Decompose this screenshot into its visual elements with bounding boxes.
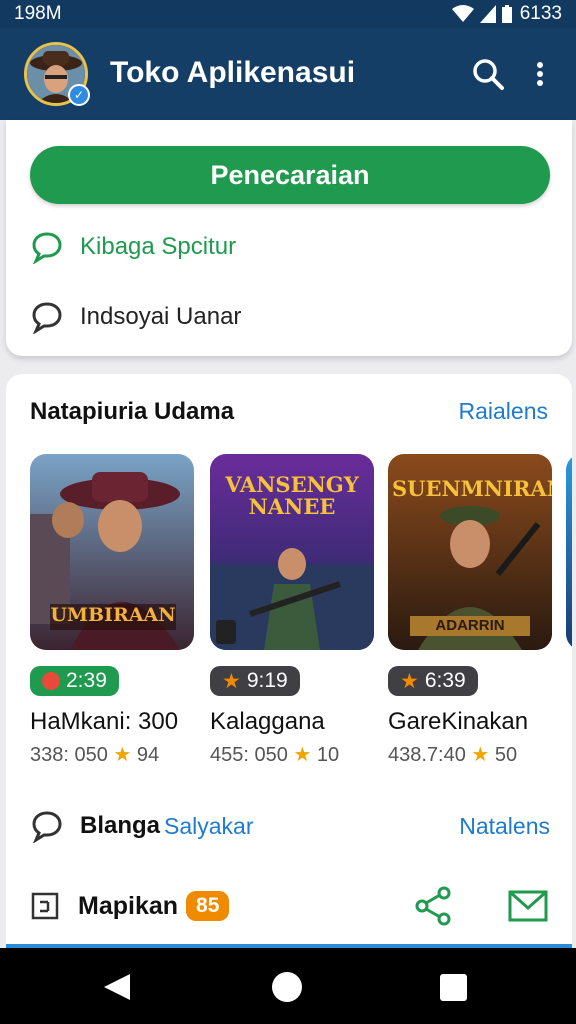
game-thumb-title: UMBIRAAN <box>50 604 176 626</box>
star-icon: ★ <box>471 744 490 766</box>
star-icon: ★ <box>113 744 132 766</box>
suggestion-label: Kibaga Spcitur <box>80 233 237 260</box>
game-name: Kalaggana <box>210 708 325 735</box>
verified-badge-icon: ✓ <box>68 84 90 106</box>
app-bar: ✓ Toko Aplikenasui <box>0 28 576 120</box>
game-thumbnail[interactable] <box>566 454 572 650</box>
game-meta: 438.7:40 ★ 50 <box>388 744 518 766</box>
game-thumb-title: SUENMNIRAN <box>392 476 552 501</box>
game-carousel[interactable]: UMBIRAAN 2:39 HaMkani: 300 338: 050 ★ 94 <box>30 454 572 766</box>
mail-icon[interactable] <box>506 884 550 928</box>
status-icons <box>451 5 512 23</box>
section-title: Natapiuria Udama <box>30 398 235 425</box>
game-card-partial[interactable] <box>566 454 572 650</box>
count-badge: 85 <box>186 891 230 921</box>
chat-bubble-icon <box>32 811 62 843</box>
signal-icon <box>479 5 496 23</box>
status-bar: 198M 6133 <box>0 0 576 28</box>
suggestion-item[interactable]: Kibaga Spcitur <box>30 230 236 264</box>
star-icon: ★ <box>222 669 241 693</box>
battery-icon <box>501 5 512 23</box>
status-right: 6133 <box>451 3 562 25</box>
mapikan-label: Mapikan <box>78 891 179 920</box>
game-rating-badge: 2:39 <box>30 666 119 696</box>
search-icon[interactable] <box>468 54 508 94</box>
back-icon[interactable] <box>102 972 132 1002</box>
game-rating-badge: ★ 6:39 <box>388 666 478 696</box>
see-all-link[interactable]: Raialens <box>459 398 549 425</box>
game-card[interactable]: SUENMNIRAN ADARRIN ★ 6:39 GareKinakan 43… <box>388 454 552 767</box>
wifi-icon <box>451 5 474 22</box>
search-card: Penecaraian Kibaga Spcitur Indsoyai Uana… <box>6 120 572 356</box>
more-vert-icon[interactable] <box>524 54 556 94</box>
recents-icon[interactable] <box>440 974 467 1001</box>
natalens-link[interactable]: Natalens <box>459 813 550 840</box>
star-icon: ★ <box>400 669 419 693</box>
game-name: HaMkani: 300 <box>30 708 179 735</box>
game-meta: 338: 050 ★ 94 <box>30 744 160 766</box>
game-thumbnail[interactable]: SUENMNIRAN ADARRIN <box>388 454 552 650</box>
blanga-link[interactable]: Salyakar <box>164 813 253 840</box>
blanga-row[interactable]: Blanga Salyakar Natalens <box>30 806 550 846</box>
battery-level: 6133 <box>519 3 562 24</box>
star-icon: ★ <box>293 744 312 766</box>
game-thumbnail[interactable]: UMBIRAAN <box>30 454 194 650</box>
game-card[interactable]: VANSENGY NANEE ★ 9:19 Kalaggana 455: 050… <box>210 454 374 767</box>
box-icon <box>31 892 59 920</box>
mapikan-row[interactable]: Mapikan 85 <box>30 884 550 928</box>
game-thumbnail[interactable]: VANSENGY NANEE <box>210 454 374 650</box>
suggestion-label: Indsoyai Uanar <box>80 303 242 330</box>
app-title: Toko Aplikenasui <box>110 56 356 89</box>
chat-bubble-icon <box>32 232 62 264</box>
featured-section: Natapiuria Udama Raialens UMBIRAAN 2:39 … <box>6 374 572 944</box>
game-thumb-title: VANSENGY NANEE <box>225 472 359 519</box>
search-button[interactable]: Penecaraian <box>30 146 550 204</box>
suggestion-item[interactable]: Indsoyai Uanar <box>30 300 241 334</box>
home-icon[interactable] <box>272 972 302 1002</box>
game-rating-badge: ★ 9:19 <box>210 666 300 696</box>
tag-icon <box>42 672 60 690</box>
game-thumb-subtitle: ADARRIN <box>435 617 505 634</box>
game-name: GareKinakan <box>388 708 529 735</box>
blanga-label: Blanga <box>80 812 161 839</box>
share-icon[interactable] <box>412 884 456 928</box>
chat-bubble-icon <box>32 302 62 334</box>
game-meta: 455: 050 ★ 10 <box>210 744 340 766</box>
status-time: 198M <box>14 3 62 24</box>
system-nav-bar <box>0 948 576 1024</box>
game-card[interactable]: UMBIRAAN 2:39 HaMkani: 300 338: 050 ★ 94 <box>30 454 194 767</box>
